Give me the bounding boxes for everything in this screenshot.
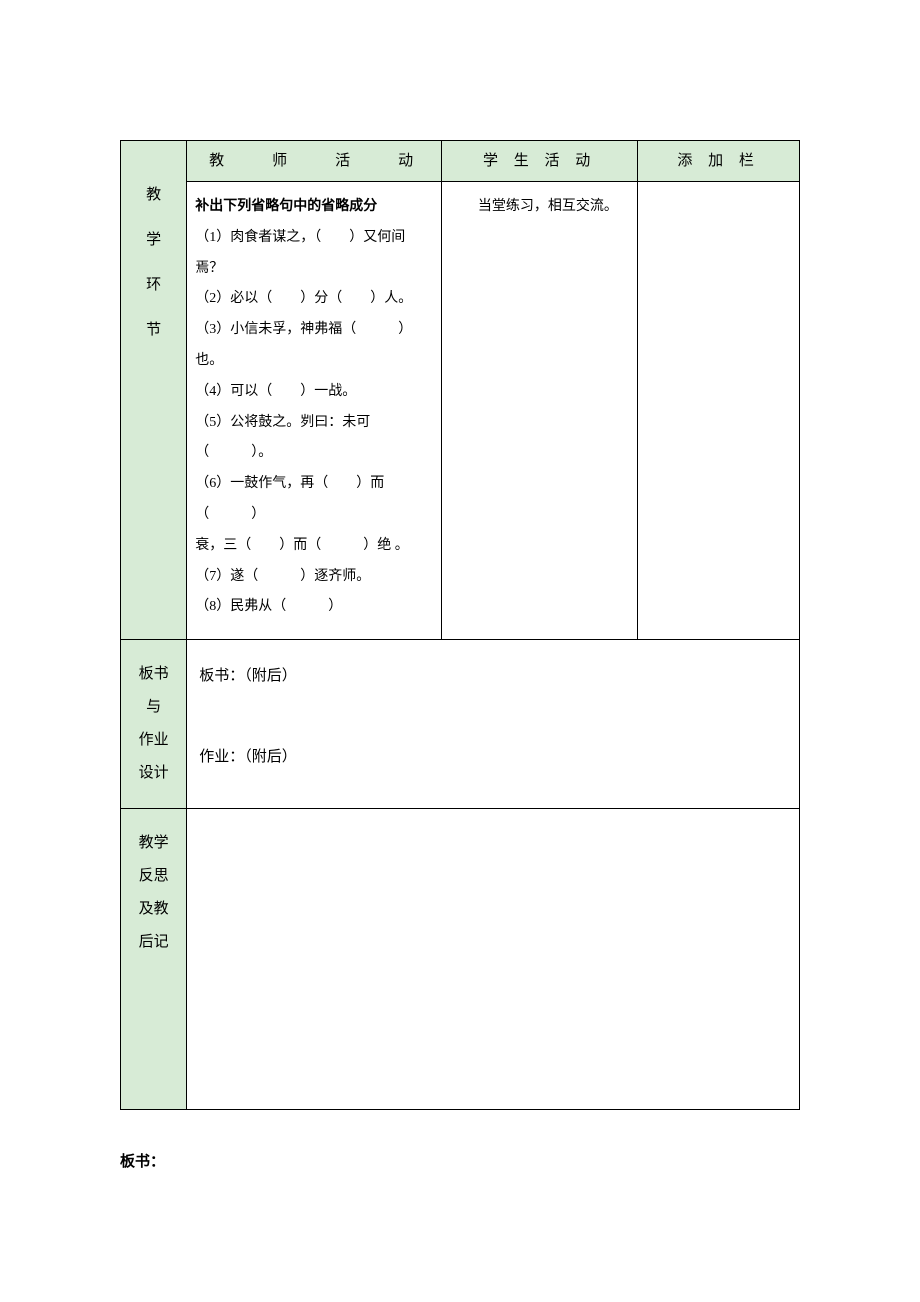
label-line: 教学 [125,827,182,860]
label-line: 设计 [125,757,182,790]
board-homework-cell: 板书：（附后） 作业：（附后） [187,640,800,809]
vchar: 环 [127,273,180,294]
exercise-item: （3）小信未孚，神弗福（ ）也。 [195,315,433,377]
exercise-item-cont: 衰，三（ ）而（ ）绝 。 [195,531,433,562]
exercise-item: （1）肉食者谋之，（ ）又何间焉？ [195,223,433,285]
homework-line: 作业：（附后） [199,741,787,774]
student-activity-cell: 当堂练习，相互交流。 [441,182,637,640]
header-student-activity: 学 生 活 动 [441,141,637,182]
vchar: 学 [127,228,180,249]
section-label-teaching-steps: 教 学 环 节 [121,141,187,640]
exercise-item: （5）公将鼓之。刿曰：未可（ ）。 [195,408,433,470]
addon-cell [638,182,800,640]
label-line: 反思 [125,860,182,893]
teacher-activity-cell: 补出下列省略句中的省略成分 （1）肉食者谋之，（ ）又何间焉？ （2）必以（ ）… [187,182,442,640]
exercise-item: （4）可以（ ）一战。 [195,377,433,408]
section-label-board-homework: 板书 与 作业 设计 [121,640,187,809]
footer-board-label: 板书： [120,1150,800,1171]
header-addon-column: 添 加 栏 [638,141,800,182]
exercise-item: （7）遂（ ）逐齐师。 [195,562,433,593]
exercise-item: （2）必以（ ）分（ ）人。 [195,284,433,315]
label-line: 与 [125,691,182,724]
exercise-title: 补出下列省略句中的省略成分 [195,192,433,223]
vchar: 教 [127,183,180,204]
vchar: 节 [127,318,180,339]
reflection-cell [187,809,800,1110]
exercise-item: （8）民弗从（ ） [195,592,433,623]
label-line: 作业 [125,724,182,757]
board-line: 板书：（附后） [199,660,787,693]
exercise-item: （6）一鼓作气，再（ ）而（ ） [195,469,433,531]
student-activity-text: 当堂练习，相互交流。 [450,192,629,223]
section-label-reflection: 教学 反思 及教 后记 [121,809,187,1110]
label-line: 后记 [125,926,182,959]
label-line: 及教 [125,893,182,926]
header-teacher-activity: 教 师 活 动 [187,141,442,182]
label-line: 板书 [125,658,182,691]
lesson-plan-table: 教 学 环 节 教 师 活 动 学 生 活 动 添 加 栏 补出下列省略句中的省… [120,140,800,1110]
